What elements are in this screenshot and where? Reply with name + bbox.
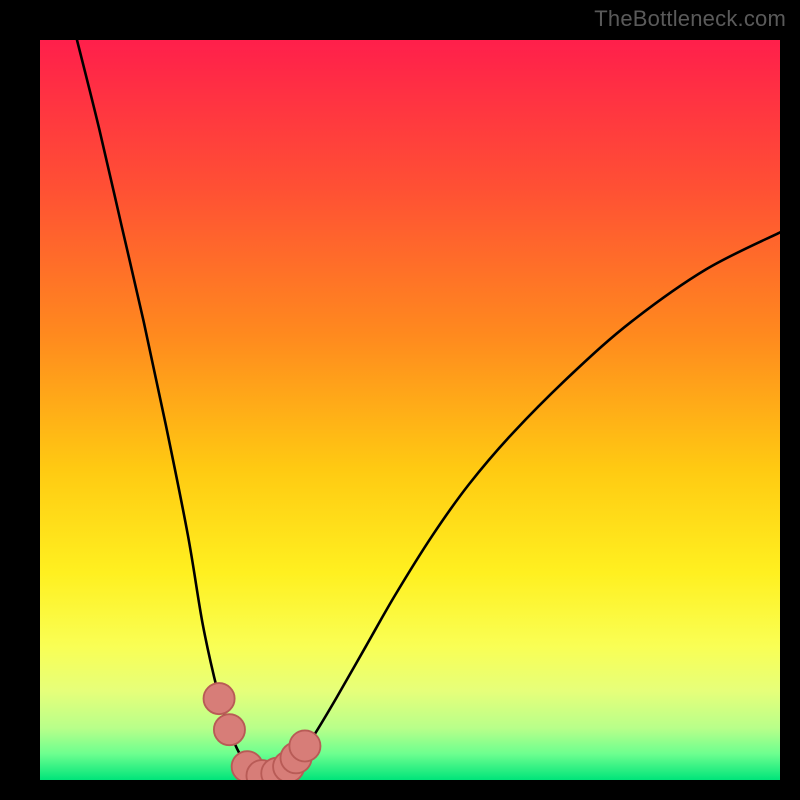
marker-point <box>204 683 235 714</box>
chart-frame: TheBottleneck.com <box>0 0 800 800</box>
plot-area <box>40 40 780 780</box>
curve-layer <box>40 40 780 780</box>
marker-point <box>214 714 245 745</box>
watermark-text: TheBottleneck.com <box>594 6 786 32</box>
highlighted-points <box>204 683 321 780</box>
bottleneck-curve <box>77 40 780 776</box>
marker-point <box>289 730 320 761</box>
